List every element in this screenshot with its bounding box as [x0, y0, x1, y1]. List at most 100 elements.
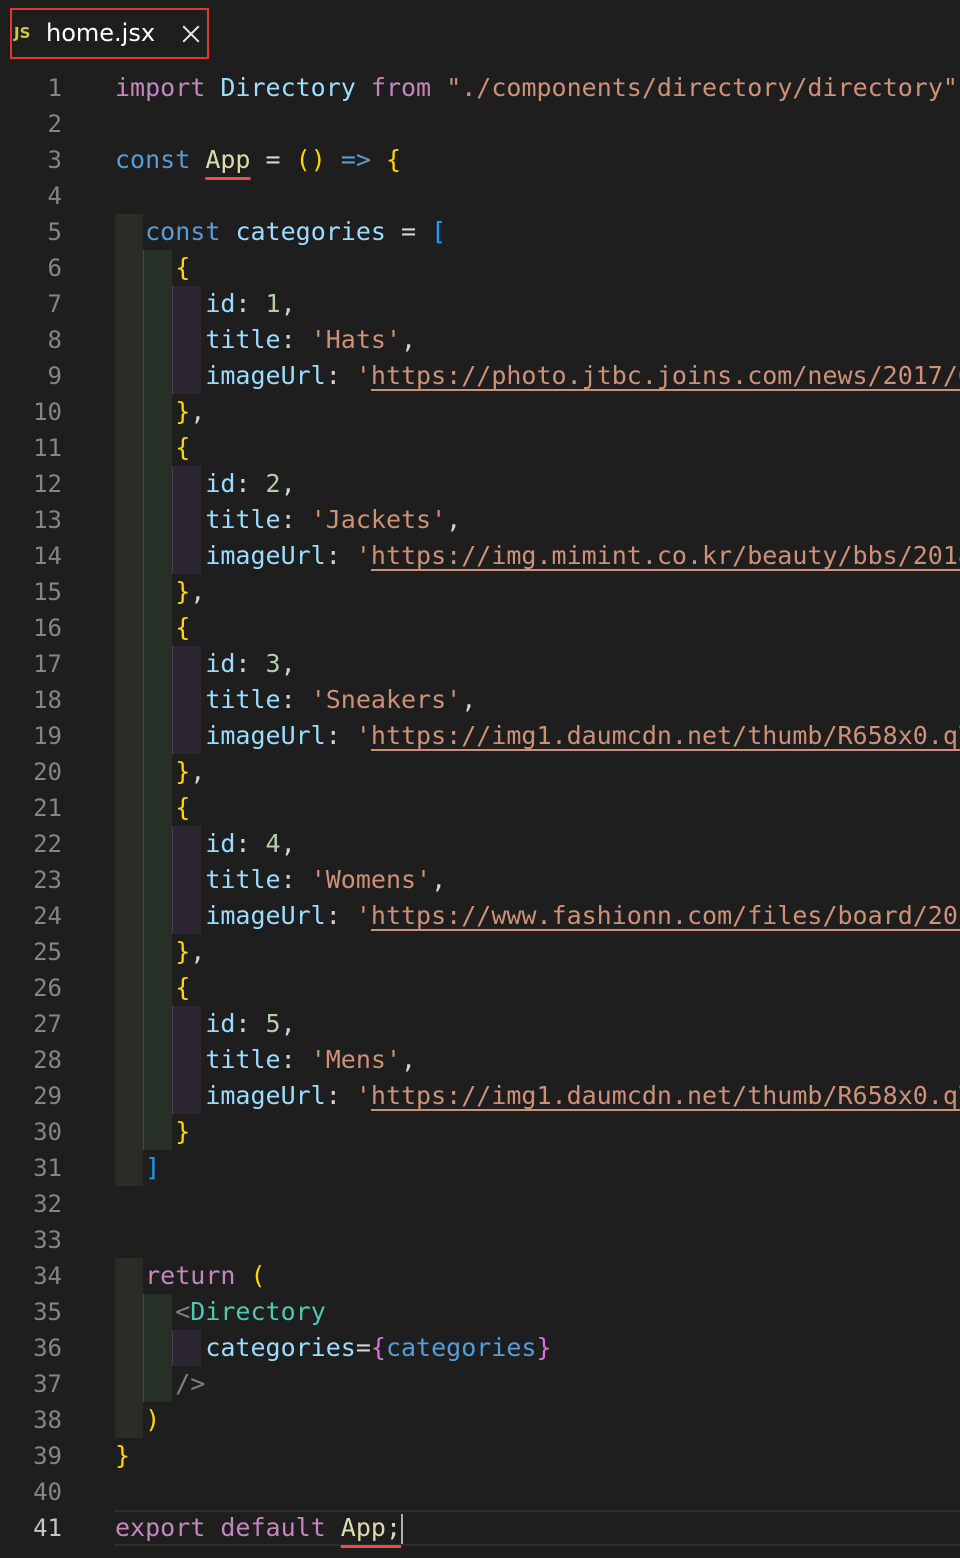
code-text: id: 4,	[115, 826, 295, 862]
code-token: 'Womens'	[310, 865, 432, 894]
line-number: 14	[33, 542, 62, 570]
code-token: 'Mens'	[310, 1045, 401, 1074]
code-line[interactable]: 15 },	[0, 574, 960, 610]
code-token: App	[205, 145, 251, 174]
line-number: 29	[33, 1082, 62, 1110]
code-line[interactable]: 13 title: 'Jackets',	[0, 502, 960, 538]
line-number: 7	[47, 290, 62, 318]
code-token: 'Hats'	[310, 325, 401, 354]
code-token: title	[205, 865, 281, 894]
code-line[interactable]: 2	[0, 106, 960, 142]
code-token: https://img.mimint.co.kr/beauty/bbs/2018…	[370, 541, 960, 570]
code-line[interactable]: 11 {	[0, 430, 960, 466]
code-text: export default App;	[115, 1510, 404, 1546]
code-text: imageUrl: 'https://img1.daumcdn.net/thum…	[115, 718, 960, 754]
code-text: id: 1,	[115, 286, 296, 322]
code-text: id: 2,	[115, 466, 295, 502]
code-token: 1	[265, 289, 281, 318]
code-line[interactable]: 10 },	[0, 394, 960, 430]
line-number: 33	[33, 1226, 62, 1254]
code-token: 4	[265, 829, 281, 858]
close-icon[interactable]	[182, 25, 200, 43]
code-line[interactable]: 6 {	[0, 250, 960, 286]
code-line[interactable]: 4	[0, 178, 960, 214]
code-line[interactable]: 26 {	[0, 970, 960, 1006]
code-token: ,	[280, 289, 296, 318]
code-token: return	[145, 1261, 236, 1290]
code-token: categories	[385, 1333, 537, 1362]
code-line[interactable]: 9 imageUrl: 'https://photo.jtbc.joins.co…	[0, 358, 960, 394]
code-line[interactable]: 5 const categories = [	[0, 214, 960, 250]
line-number: 21	[33, 794, 62, 822]
code-line[interactable]: 14 imageUrl: 'https://img.mimint.co.kr/b…	[0, 538, 960, 574]
code-token: ,	[401, 325, 417, 354]
code-token: :	[280, 1045, 311, 1074]
code-token: :	[235, 1009, 266, 1038]
code-line[interactable]: 30 }	[0, 1114, 960, 1150]
code-token: https://photo.jtbc.joins.com/news/2017/0…	[370, 361, 960, 390]
code-line[interactable]: 29 imageUrl: 'https://img1.daumcdn.net/t…	[0, 1078, 960, 1114]
code-line[interactable]: 34 return (	[0, 1258, 960, 1294]
code-line[interactable]: 40	[0, 1474, 960, 1510]
code-line[interactable]: 8 title: 'Hats',	[0, 322, 960, 358]
code-line[interactable]: 22 id: 4,	[0, 826, 960, 862]
code-text: )	[115, 1402, 160, 1438]
code-token: {	[175, 973, 191, 1002]
code-line[interactable]: 18 title: 'Sneakers',	[0, 682, 960, 718]
code-token: ()	[295, 145, 326, 174]
code-line[interactable]: 3 const App = () => {	[0, 142, 960, 178]
code-line[interactable]: 27 id: 5,	[0, 1006, 960, 1042]
code-line[interactable]: 20 },	[0, 754, 960, 790]
code-token: id	[205, 289, 236, 318]
code-line[interactable]: 31 ]	[0, 1150, 960, 1186]
code-token: :	[325, 721, 356, 750]
code-line[interactable]: 12 id: 2,	[0, 466, 960, 502]
code-line[interactable]: 23 title: 'Womens',	[0, 862, 960, 898]
tab-home-jsx[interactable]: JS home.jsx	[10, 8, 209, 59]
code-text: {	[115, 790, 190, 826]
code-token: categories	[235, 217, 386, 246]
code-line[interactable]: 41 export default App;	[0, 1510, 960, 1546]
code-line[interactable]: 7 id: 1,	[0, 286, 960, 322]
code-line[interactable]: 38 )	[0, 1402, 960, 1438]
code-line[interactable]: 25 },	[0, 934, 960, 970]
code-line[interactable]: 17 id: 3,	[0, 646, 960, 682]
line-number: 6	[47, 254, 62, 282]
code-token: ,	[280, 1009, 296, 1038]
code-line[interactable]: 24 imageUrl: 'https://www.fashionn.com/f…	[0, 898, 960, 934]
line-number: 18	[33, 686, 62, 714]
code-line[interactable]: 36 categories={categories}	[0, 1330, 960, 1366]
code-line[interactable]: 37 />	[0, 1366, 960, 1402]
code-line[interactable]: 35 <Directory	[0, 1294, 960, 1330]
line-number: 17	[33, 650, 62, 678]
code-line[interactable]: 1 import Directory from "./components/dir…	[0, 70, 960, 106]
code-line[interactable]: 39}	[0, 1438, 960, 1474]
code-text: imageUrl: 'https://img.mimint.co.kr/beau…	[115, 538, 960, 574]
code-line[interactable]: 16 {	[0, 610, 960, 646]
line-number: 40	[33, 1478, 62, 1506]
line-number: 26	[33, 974, 62, 1002]
code-token: title	[205, 505, 281, 534]
code-line[interactable]: 33	[0, 1222, 960, 1258]
code-token: '	[355, 901, 371, 930]
line-number: 28	[33, 1046, 62, 1074]
code-token: App;	[340, 1513, 402, 1542]
code-line[interactable]: 28 title: 'Mens',	[0, 1042, 960, 1078]
code-line[interactable]: 32	[0, 1186, 960, 1222]
code-line[interactable]: 21 {	[0, 790, 960, 826]
code-line[interactable]: 19 imageUrl: 'https://img1.daumcdn.net/t…	[0, 718, 960, 754]
code-token: =	[385, 217, 432, 246]
code-editor[interactable]: 1 import Directory from "./components/dir…	[0, 70, 960, 1558]
code-text: title: 'Jackets',	[115, 502, 461, 538]
